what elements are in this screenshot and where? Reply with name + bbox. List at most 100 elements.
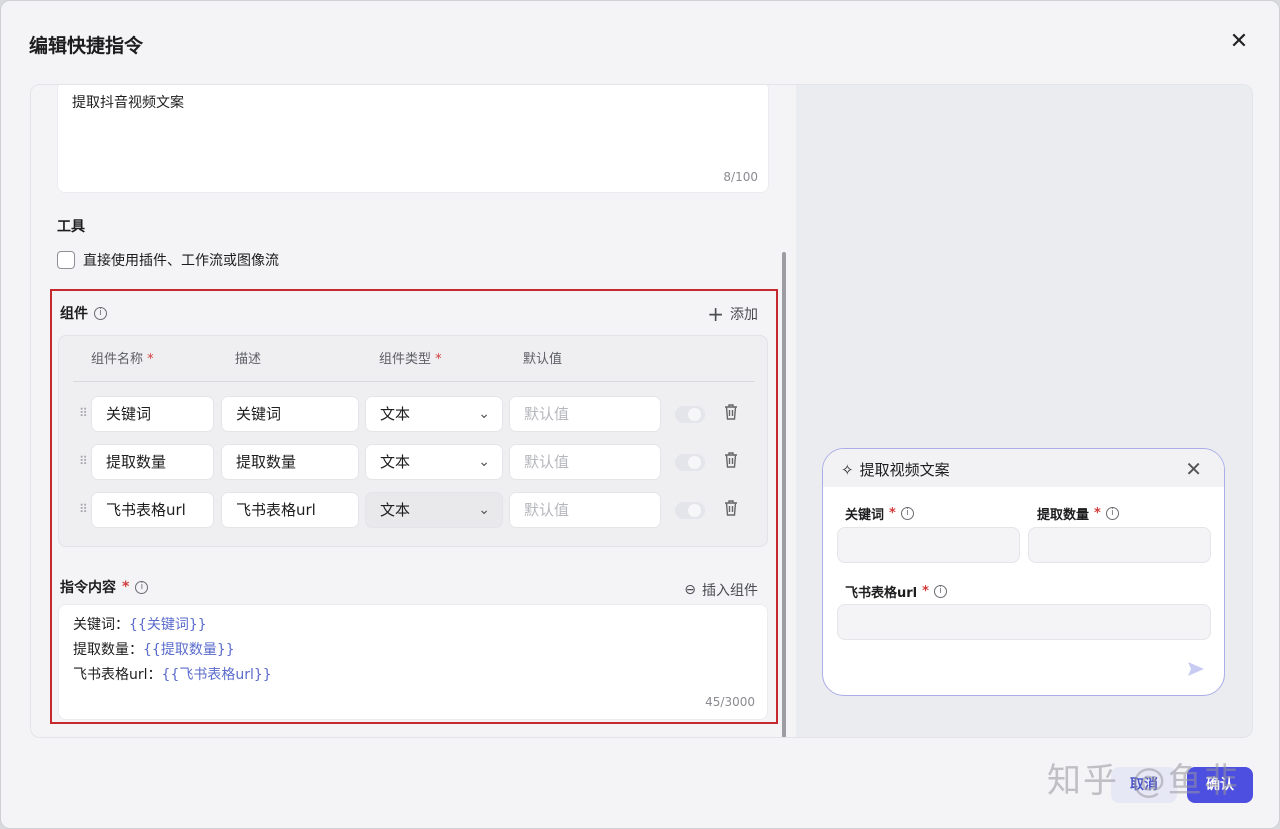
instruction-line: 提取数量：{{提取数量}}: [73, 639, 235, 659]
preview-field-label: 飞书表格url * i: [845, 582, 947, 601]
required-toggle[interactable]: [675, 406, 705, 423]
confirm-button[interactable]: 确认: [1187, 767, 1253, 803]
trash-icon[interactable]: [723, 499, 739, 517]
preview-keyword-input[interactable]: [837, 527, 1020, 563]
header-type-text: 组件类型: [379, 352, 432, 367]
instruction-line-prefix: 飞书表格url：: [73, 667, 162, 683]
required-mark: *: [435, 352, 442, 367]
close-icon[interactable]: ✕: [1185, 457, 1202, 481]
description-char-count: 8/100: [723, 170, 758, 184]
instruction-line-prefix: 关键词：: [73, 617, 129, 633]
component-type-select[interactable]: 文本 ⌄: [365, 396, 503, 432]
header-name: 组件名称 *: [91, 348, 154, 367]
header-default: 默认值: [523, 352, 563, 367]
drag-handle-icon[interactable]: ⠿: [79, 454, 88, 468]
info-icon[interactable]: i: [94, 306, 107, 320]
cancel-button[interactable]: 取消: [1111, 767, 1177, 803]
tools-label: 工具: [57, 219, 85, 235]
edit-shortcut-dialog: 编辑快捷指令 ✕ 提取抖音视频文案 8/100 工具 直接使用插件、工作流或图像…: [0, 0, 1280, 829]
required-toggle[interactable]: [675, 454, 705, 471]
components-table: 组件名称 * 描述 组件类型 * 默认值 ⠿ 关键词 关键词 文本 ⌄ 默认值: [58, 335, 768, 547]
required-toggle[interactable]: [675, 502, 705, 519]
close-icon[interactable]: ✕: [1227, 31, 1251, 55]
component-type-select[interactable]: 文本 ⌄: [365, 492, 503, 528]
component-default-input[interactable]: 默认值: [509, 444, 661, 480]
header-name-text: 组件名称: [91, 352, 144, 367]
form-pane: 提取抖音视频文案 8/100 工具 直接使用插件、工作流或图像流 组件 i + …: [31, 85, 796, 737]
component-default-input[interactable]: 默认值: [509, 396, 661, 432]
header-desc: 描述: [235, 352, 262, 367]
required-mark: *: [922, 584, 929, 599]
info-icon[interactable]: i: [900, 507, 914, 520]
instruction-textarea[interactable]: 关键词：{{关键词}} 提取数量：{{提取数量}} 飞书表格url：{{飞书表格…: [58, 604, 768, 720]
instruction-line: 关键词：{{关键词}}: [73, 614, 207, 634]
header-type: 组件类型 *: [379, 348, 442, 367]
preview-title: ✧ 提取视频文案: [841, 459, 950, 480]
info-icon[interactable]: i: [135, 580, 149, 594]
chevron-down-icon: ⌄: [478, 454, 490, 470]
instruction-label-text: 指令内容: [60, 580, 116, 596]
preview-title-text: 提取视频文案: [859, 461, 950, 479]
component-desc-input[interactable]: 飞书表格url: [221, 492, 359, 528]
instruction-line-prefix: 提取数量：: [73, 642, 143, 658]
instruction-variable: {{关键词}}: [129, 617, 207, 633]
preview-count-input[interactable]: [1028, 527, 1211, 563]
dialog-title: 编辑快捷指令: [29, 35, 144, 57]
drag-handle-icon[interactable]: ⠿: [79, 502, 88, 516]
component-default-input[interactable]: 默认值: [509, 492, 661, 528]
component-desc-input[interactable]: 关键词: [221, 396, 359, 432]
required-mark: *: [147, 352, 154, 367]
direct-use-checkbox[interactable]: [57, 251, 75, 269]
instruction-variable: {{提取数量}}: [143, 642, 235, 658]
component-type-select[interactable]: 文本 ⌄: [365, 444, 503, 480]
preview-header: ✧ 提取视频文案 ✕: [823, 449, 1224, 487]
components-label-text: 组件: [60, 306, 88, 322]
component-type-value: 文本: [380, 453, 411, 471]
link-icon: ⊖: [684, 582, 696, 598]
preview-field-label: 关键词 * i: [845, 504, 914, 523]
preview-field-label-text: 飞书表格url: [845, 586, 918, 601]
insert-component-label: 插入组件: [702, 583, 758, 599]
table-row: ⠿ 提取数量 提取数量 文本 ⌄ 默认值: [59, 444, 769, 482]
components-highlight-frame: 组件 i + 添加 组件名称 * 描述 组件类型 * 默认值 ⠿ 关键词 关键词…: [50, 289, 778, 724]
component-name-input[interactable]: 飞书表格url: [91, 492, 214, 528]
trash-icon[interactable]: [723, 403, 739, 421]
chevron-down-icon: ⌄: [478, 406, 490, 422]
component-desc-input[interactable]: 提取数量: [221, 444, 359, 480]
info-icon[interactable]: i: [933, 585, 947, 598]
table-row: ⠿ 关键词 关键词 文本 ⌄ 默认值: [59, 396, 769, 434]
description-textarea[interactable]: 提取抖音视频文案 8/100: [57, 85, 769, 193]
preview-field-label-text: 关键词: [845, 508, 885, 523]
direct-use-checkbox-label: 直接使用插件、工作流或图像流: [83, 253, 279, 269]
required-mark: *: [889, 506, 896, 521]
required-mark: *: [122, 579, 130, 595]
drag-handle-icon[interactable]: ⠿: [79, 406, 88, 420]
preview-url-input[interactable]: [837, 604, 1211, 640]
header-divider: [73, 381, 755, 382]
direct-use-checkbox-row[interactable]: 直接使用插件、工作流或图像流: [57, 250, 279, 270]
info-icon[interactable]: i: [1105, 507, 1119, 520]
preview-field-label: 提取数量 * i: [1037, 504, 1119, 523]
sparkle-icon: ✧: [841, 460, 854, 479]
instruction-char-count: 45/3000: [705, 695, 755, 709]
form-scrollbar[interactable]: [782, 252, 786, 737]
instruction-line: 飞书表格url：{{飞书表格url}}: [73, 664, 272, 684]
instruction-label: 指令内容 * i: [60, 577, 149, 597]
preview-field-label-text: 提取数量: [1037, 508, 1090, 523]
chevron-down-icon: ⌄: [478, 502, 490, 518]
add-component-button[interactable]: + 添加: [707, 304, 758, 324]
description-value: 提取抖音视频文案: [72, 95, 184, 111]
components-label: 组件 i: [60, 303, 107, 323]
required-mark: *: [1094, 506, 1101, 521]
trash-icon[interactable]: [723, 451, 739, 469]
component-type-value: 文本: [380, 405, 411, 423]
plus-icon: +: [707, 302, 724, 326]
shortcut-preview-card: ✧ 提取视频文案 ✕ 关键词 * i 提取数量 * i 飞书表格url * i: [822, 448, 1225, 696]
instruction-variable: {{飞书表格url}}: [161, 667, 272, 683]
component-name-input[interactable]: 关键词: [91, 396, 214, 432]
table-row: ⠿ 飞书表格url 飞书表格url 文本 ⌄ 默认值: [59, 492, 769, 530]
send-icon[interactable]: [1186, 659, 1206, 679]
insert-component-button[interactable]: ⊖ 插入组件: [684, 580, 758, 600]
component-type-value: 文本: [380, 501, 411, 519]
component-name-input[interactable]: 提取数量: [91, 444, 214, 480]
